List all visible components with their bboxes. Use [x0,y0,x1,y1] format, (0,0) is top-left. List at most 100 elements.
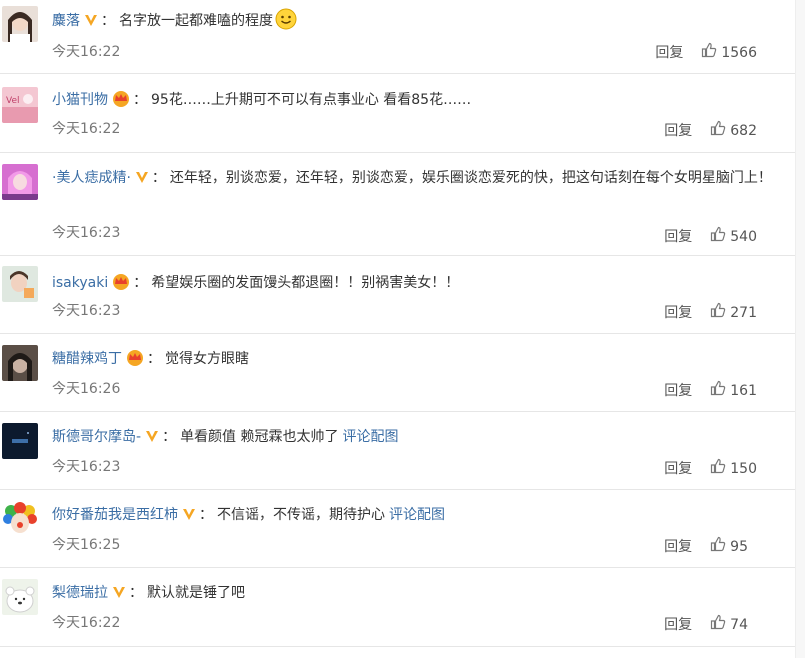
comment-content: 梨德瑞拉 ：默认就是锤了吧 [52,580,786,609]
verified-v-badge-icon [134,168,150,194]
comment-timestamp: 今天16:22 [52,615,121,631]
comment-actions: 回复 161 [664,380,757,402]
verified-v-badge-icon [144,427,160,453]
comment-text: 默认就是锤了吧 [147,585,245,601]
verified-v-badge-icon [111,583,127,609]
colon-separator: ： [151,170,166,186]
comment-text: 觉得女方眼瞎 [165,351,249,367]
svg-text:Vel: Vel [6,96,20,106]
comment-content: ·美人痣成精· ：还年轻，别谈恋爱，还年轻，别谈恋爱，娱乐圈谈恋爱死的快，把这句话… [52,165,786,194]
like-count: 161 [730,383,757,399]
username-link[interactable]: 斯德哥尔摩岛- [52,429,141,445]
colon-separator: ： [162,429,177,445]
comment-item: isakyaki：希望娱乐圈的发面馒头都退圈！！别祸害美女！！ 今天16:23 … [0,255,796,334]
comment-actions: 回复 95 [664,536,748,558]
comment-actions: 回复 150 [664,458,757,480]
like-count: 682 [730,123,757,139]
reply-button[interactable]: 回复 [664,121,692,141]
reply-button[interactable]: 回复 [664,459,692,479]
comment-item: ·美人痣成精· ：还年轻，别谈恋爱，还年轻，别谈恋爱，娱乐圈谈恋爱死的快，把这句话… [0,152,796,256]
verified-v-badge-icon [83,11,99,37]
avatar-image [2,501,38,537]
comment-item: 斯德哥尔摩岛- ：单看颜值 赖冠霖也太帅了 评论配图 今天16:23 回复 150 [0,411,796,490]
colon-separator: ： [101,13,115,29]
like-count: 1566 [721,45,757,61]
crown-badge-icon [111,89,131,116]
comment-timestamp: 今天16:23 [52,225,121,241]
avatar[interactable]: Vel [2,87,38,123]
username-link[interactable]: 糖醋辣鸡丁 [52,351,122,367]
comment-content: isakyaki ：希望娱乐圈的发面馒头都退圈！！别祸害美女！！ [52,270,786,299]
verified-v-badge-icon [181,505,197,531]
avatar-image [2,579,38,615]
comment-timestamp: 今天16:22 [52,44,121,60]
avatar[interactable] [2,266,38,302]
avatar-image: Vel [2,87,38,123]
comment-actions: 回复 74 [664,614,748,636]
colon-separator: ： [129,585,143,601]
comment-timestamp: 今天16:26 [52,381,121,397]
scrollbar[interactable] [795,0,805,658]
comment-text: 单看颜值 赖冠霖也太帅了 [180,429,339,445]
comment-item: Vel 小猫刊物 ： 95花……上升期可不可以有点事业心 看看85花…… 今天16:… [0,73,796,153]
avatar[interactable] [2,423,38,459]
like-count: 150 [730,461,757,477]
avatar[interactable] [2,501,38,537]
comment-timestamp: 今天16:22 [52,121,121,137]
avatar-image [2,345,38,381]
like-thumb-icon[interactable] [710,458,726,480]
like-count: 95 [730,539,748,555]
avatar-image [2,266,38,302]
comment-image-link[interactable]: 评论配图 [389,507,445,523]
username-link[interactable]: 你好番茄我是西红柿 [52,507,178,523]
comment-actions: 回复 540 [664,226,757,248]
like-thumb-icon[interactable] [710,380,726,402]
comment-timestamp: 今天16:23 [52,303,121,319]
username-link[interactable]: ·美人痣成精· [52,170,131,186]
like-count: 271 [730,305,757,321]
like-thumb-icon[interactable] [710,302,726,324]
username-link[interactable]: 麋落 [52,13,80,29]
smile-emoji-icon [275,8,297,39]
comment-content: 你好番茄我是西红柿 ：不信谣，不传谣，期待护心 评论配图 [52,502,786,531]
like-thumb-icon[interactable] [710,226,726,248]
reply-button[interactable]: 回复 [664,227,692,247]
avatar[interactable] [2,6,38,42]
username-link[interactable]: 小猫刊物 [52,92,108,108]
comment-item: 梨德瑞拉 ：默认就是锤了吧 今天16:22 回复 74 [0,567,796,647]
comment-text: 不信谣，不传谣，期待护心 [217,507,385,523]
colon-separator: ： [133,275,148,291]
comment-timestamp: 今天16:25 [52,537,121,553]
comment-item: 你好番茄我是西红柿 ：不信谣，不传谣，期待护心 评论配图 今天16:25 回复 95 [0,489,796,568]
reply-button[interactable]: 回复 [664,615,692,635]
comment-actions: 回复 1566 [655,42,757,64]
reply-button[interactable]: 回复 [664,381,692,401]
like-thumb-icon[interactable] [710,120,726,142]
like-thumb-icon[interactable] [710,614,726,636]
avatar[interactable] [2,579,38,615]
avatar-image [2,164,38,200]
avatar[interactable] [2,164,38,200]
comment-text: 名字放一起都难嗑的程度 [119,13,273,29]
username-link[interactable]: 梨德瑞拉 [52,585,108,601]
comment-content: 糖醋辣鸡丁 ：觉得女方眼瞎 [52,346,786,375]
like-count: 74 [730,617,748,633]
comment-image-link[interactable]: 评论配图 [343,429,399,445]
reply-button[interactable]: 回复 [664,537,692,557]
colon-separator: ： [133,92,147,108]
like-thumb-icon[interactable] [701,42,717,64]
comment-text: 95花……上升期可不可以有点事业心 看看85花…… [151,92,472,108]
avatar-image [2,423,38,459]
username-link[interactable]: isakyaki [52,275,108,291]
like-thumb-icon[interactable] [710,536,726,558]
colon-separator: ： [147,351,161,367]
reply-button[interactable]: 回复 [655,43,683,63]
comment-item: 糖醋辣鸡丁 ：觉得女方眼瞎 今天16:26 回复 161 [0,333,796,412]
crown-badge-icon [111,272,131,299]
comment-text: 希望娱乐圈的发面馒头都退圈！！别祸害美女！！ [151,275,460,291]
reply-button[interactable]: 回复 [664,303,692,323]
avatar[interactable] [2,345,38,381]
comment-timestamp: 今天16:23 [52,459,121,475]
comment-content: 小猫刊物 ： 95花……上升期可不可以有点事业心 看看85花…… [52,87,786,116]
avatar-image [2,6,38,42]
